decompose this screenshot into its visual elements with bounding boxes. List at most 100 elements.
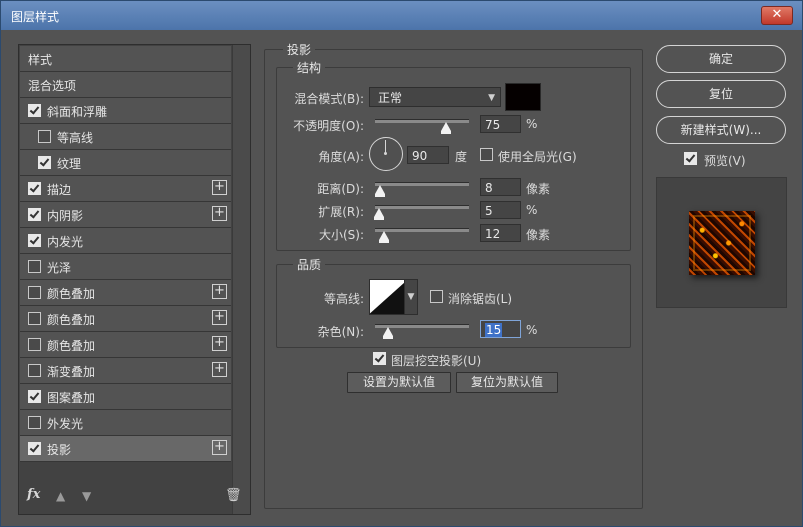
- style-item-checkbox[interactable]: [38, 130, 51, 143]
- close-icon[interactable]: ✕: [772, 7, 783, 22]
- spread-field[interactable]: 5: [480, 201, 521, 219]
- plus-icon[interactable]: +: [212, 440, 227, 455]
- distance-slider-thumb[interactable]: [375, 185, 385, 197]
- style-item[interactable]: 颜色叠加 +: [20, 306, 231, 332]
- plus-icon[interactable]: +: [212, 310, 227, 325]
- style-list-scrollbar[interactable]: [232, 45, 250, 514]
- new-style-button[interactable]: 新建样式(W)...: [656, 116, 786, 144]
- style-item-checkbox[interactable]: [28, 234, 41, 247]
- style-item[interactable]: 内阴影 +: [20, 202, 231, 228]
- blend-options-label: 混合选项: [28, 79, 77, 93]
- size-slider-thumb[interactable]: [379, 231, 389, 243]
- spread-slider-thumb[interactable]: [374, 208, 384, 220]
- angle-field[interactable]: 90: [407, 146, 449, 164]
- distance-field[interactable]: 8: [480, 178, 521, 196]
- move-down-icon[interactable]: ▼: [82, 489, 94, 503]
- opacity-slider[interactable]: [375, 119, 469, 123]
- style-item-checkbox[interactable]: [28, 338, 41, 351]
- contour-label: 等高线:: [323, 292, 364, 306]
- knockout-checkbox[interactable]: [373, 352, 386, 365]
- style-item[interactable]: 投影 +: [20, 436, 231, 462]
- plus-icon[interactable]: +: [212, 180, 227, 195]
- spread-label: 扩展(R):: [318, 205, 364, 219]
- move-up-icon[interactable]: ▲: [56, 489, 68, 503]
- noise-field[interactable]: 15: [480, 320, 521, 338]
- set-default-button[interactable]: 设置为默认值: [347, 372, 451, 393]
- style-item[interactable]: 颜色叠加 +: [20, 280, 231, 306]
- window-title: 图层样式: [11, 10, 60, 24]
- knockout-label: 图层挖空投影(U): [391, 354, 482, 368]
- style-item-checkbox[interactable]: [28, 104, 41, 117]
- noise-value: 15: [485, 323, 503, 337]
- noise-slider-thumb[interactable]: [383, 327, 393, 339]
- style-item-label: 内阴影: [47, 209, 84, 223]
- style-item-checkbox[interactable]: [28, 390, 41, 403]
- style-item-checkbox[interactable]: [38, 156, 51, 169]
- blend-mode-value: 正常: [378, 91, 403, 105]
- style-item[interactable]: 纹理: [20, 150, 231, 176]
- style-item-label: 颜色叠加: [47, 313, 96, 327]
- size-slider[interactable]: [375, 228, 469, 232]
- global-light-checkbox[interactable]: [480, 148, 493, 161]
- fx-icon[interactable]: fx: [27, 487, 40, 502]
- style-item-checkbox[interactable]: [28, 364, 41, 377]
- blend-mode-label: 混合模式(B):: [294, 92, 364, 106]
- style-item-label: 投影: [47, 443, 72, 457]
- style-item[interactable]: 斜面和浮雕: [20, 98, 231, 124]
- style-item[interactable]: 描边 +: [20, 176, 231, 202]
- close-button[interactable]: ✕: [761, 6, 793, 25]
- distance-slider[interactable]: [375, 182, 469, 186]
- size-unit: 像素: [526, 228, 551, 242]
- angle-dial-icon[interactable]: [369, 137, 403, 171]
- plus-icon[interactable]: +: [212, 206, 227, 221]
- opacity-field[interactable]: 75: [480, 115, 521, 133]
- style-item-label: 斜面和浮雕: [47, 105, 108, 119]
- plus-icon[interactable]: +: [212, 336, 227, 351]
- contour-preview[interactable]: [369, 279, 409, 315]
- style-item-checkbox[interactable]: [28, 442, 41, 455]
- trash-icon[interactable]: 🗑: [225, 488, 242, 503]
- spread-slider[interactable]: [375, 205, 469, 209]
- style-list-header[interactable]: 样式: [20, 46, 231, 72]
- structure-title: 结构: [293, 59, 326, 76]
- style-item-checkbox[interactable]: [28, 260, 41, 273]
- plus-icon[interactable]: +: [212, 284, 227, 299]
- style-item-checkbox[interactable]: [28, 416, 41, 429]
- style-item-label: 图案叠加: [47, 391, 96, 405]
- drop-shadow-title: 投影: [283, 41, 316, 58]
- blend-mode-select[interactable]: 正常 ▼: [369, 87, 501, 107]
- layer-style-dialog: 图层样式 ✕ 样式 混合选项 斜面和浮雕 等高线 纹理 描边 + 内阴影 + 内发光 光泽 颜色叠…: [0, 0, 803, 527]
- ok-button[interactable]: 确定: [656, 45, 786, 73]
- style-item-checkbox[interactable]: [28, 182, 41, 195]
- distance-unit: 像素: [526, 182, 551, 196]
- style-item-label: 外发光: [47, 417, 84, 431]
- style-item-checkbox[interactable]: [28, 312, 41, 325]
- reset-button[interactable]: 复位: [656, 80, 786, 108]
- style-item-checkbox[interactable]: [28, 208, 41, 221]
- preview-checkbox[interactable]: [684, 152, 697, 165]
- title-bar[interactable]: 图层样式 ✕: [1, 1, 802, 30]
- blend-options-item[interactable]: 混合选项: [20, 72, 231, 98]
- opacity-unit: %: [526, 117, 538, 131]
- opacity-label: 不透明度(O):: [293, 119, 364, 133]
- style-item[interactable]: 外发光: [20, 410, 231, 436]
- style-item[interactable]: 渐变叠加 +: [20, 358, 231, 384]
- plus-icon[interactable]: +: [212, 362, 227, 377]
- style-item-label: 颜色叠加: [47, 339, 96, 353]
- style-item-label: 纹理: [57, 157, 82, 171]
- angle-label: 角度(A):: [318, 150, 364, 164]
- size-field[interactable]: 12: [480, 224, 521, 242]
- shadow-color-swatch[interactable]: [505, 83, 541, 111]
- style-item[interactable]: 内发光: [20, 228, 231, 254]
- noise-unit: %: [526, 323, 538, 337]
- reset-default-button[interactable]: 复位为默认值: [456, 372, 558, 393]
- opacity-slider-thumb[interactable]: [440, 122, 451, 134]
- antialias-checkbox[interactable]: [430, 290, 443, 303]
- contour-dropdown[interactable]: ▼: [404, 279, 418, 315]
- style-item-checkbox[interactable]: [28, 286, 41, 299]
- style-item[interactable]: 等高线: [20, 124, 231, 150]
- style-item[interactable]: 图案叠加: [20, 384, 231, 410]
- style-list-footer: fx ▲ ▼ 🗑: [18, 485, 250, 507]
- style-item[interactable]: 光泽: [20, 254, 231, 280]
- style-item[interactable]: 颜色叠加 +: [20, 332, 231, 358]
